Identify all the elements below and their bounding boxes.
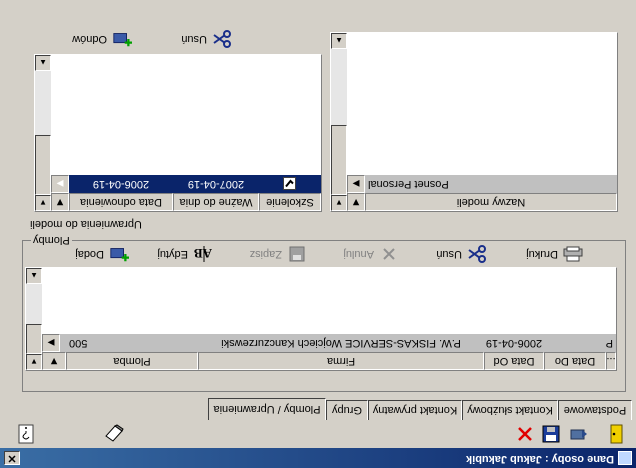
plomby-scrollbar[interactable]: ▼ ▲ <box>26 268 42 370</box>
modele-scrollbar[interactable]: ▼ ▲ <box>331 33 347 211</box>
printer-icon <box>563 245 583 263</box>
plomby-header-more[interactable]: ... <box>606 352 616 370</box>
row-indicator-icon: ▶ <box>42 334 60 352</box>
toolbar <box>0 420 636 448</box>
scissors-icon <box>212 30 232 48</box>
odnow-button[interactable]: Odnów <box>72 28 132 50</box>
uprawnienia-group-label: Uprawnienia do modeli <box>30 218 142 230</box>
tab-grupy[interactable]: Grupy <box>326 400 368 420</box>
exit-door-icon[interactable] <box>604 422 628 446</box>
plomby-group-label: Plomby <box>31 234 72 246</box>
tab-podstawowe[interactable]: Podstawowe <box>558 400 632 420</box>
drukuj-label: Drukuj <box>526 248 558 260</box>
table-row[interactable]: P 2006-04-19 P.W. FISKAS-SERVICE Wojciec… <box>42 334 616 352</box>
plomby-cell-plomba: 500 <box>69 337 88 349</box>
usun-plomba-button[interactable]: Usuń <box>436 243 487 265</box>
dodaj-label: Dodaj <box>75 248 104 260</box>
row-indicator-icon: ▶ <box>51 175 69 193</box>
tab-strip: Podstawowe Kontakt służbowy Kontakt pryw… <box>4 396 632 420</box>
row-indicator-icon: ▶ <box>347 175 365 193</box>
modele-header-nazwy[interactable]: Nazwy modeli <box>365 193 617 211</box>
plomby-cell-firma: P.W. FISKAS-SERVICE Wojciech Kanczurzews… <box>221 337 461 349</box>
save-disk-icon[interactable] <box>539 422 563 446</box>
anuluj-button[interactable]: Anuluj <box>343 243 399 265</box>
uprawnienia-header-szkolenie[interactable]: Szkolenie <box>259 193 321 211</box>
uprawnienia-group: Uprawnienia do modeli Nazwy modeli ▼ Pos… <box>22 10 626 230</box>
plomby-group: Plomby ... Data Do Data Od Firma Plomba … <box>22 234 626 392</box>
scroll-down-icon[interactable]: ▼ <box>35 195 51 211</box>
plomby-header-firma[interactable]: Firma <box>198 352 484 370</box>
eraser-icon[interactable] <box>102 422 126 446</box>
scroll-down-icon[interactable]: ▼ <box>26 354 42 370</box>
renew-record-icon <box>112 30 132 48</box>
plomby-header-indicator: ▼ <box>42 352 66 370</box>
window-app-icon <box>618 451 632 465</box>
close-button[interactable]: ✕ <box>4 451 20 465</box>
uprawnienia-grid[interactable]: Szkolenie Ważne do dnia Data odnowienia … <box>34 54 322 212</box>
drukuj-button[interactable]: Drukuj <box>526 243 583 265</box>
dodaj-button[interactable]: Dodaj <box>75 243 129 265</box>
plomby-header-data-do[interactable]: Data Do <box>544 352 606 370</box>
scroll-thumb[interactable] <box>35 135 51 195</box>
anuluj-label: Anuluj <box>343 248 374 260</box>
edytuj-button[interactable]: AB Edytuj <box>157 243 213 265</box>
usun-plomba-label: Usuń <box>436 248 462 260</box>
delete-x-icon[interactable] <box>513 422 537 446</box>
edit-ab-icon: AB <box>193 245 213 263</box>
edytuj-label: Edytuj <box>157 248 188 260</box>
plomby-cell-extra: P <box>606 337 613 349</box>
table-row[interactable]: 2007-04-19 2006-04-19 ▶ <box>51 175 321 193</box>
scroll-up-icon[interactable]: ▲ <box>331 33 347 49</box>
add-record-icon <box>109 245 129 263</box>
plomby-header-plomba[interactable]: Plomba <box>66 352 198 370</box>
tab-kontakt-sluzbowy[interactable]: Kontakt służbowy <box>462 400 558 420</box>
scroll-up-icon[interactable]: ▲ <box>26 268 42 284</box>
window-title: Dane osoby : Jakub Jakubik <box>466 453 614 465</box>
plomby-cell-data-od: 2006-04-19 <box>485 337 543 349</box>
help-icon[interactable] <box>14 422 38 446</box>
checkbox-checked-icon <box>283 177 297 191</box>
odnow-label: Odnów <box>72 33 107 45</box>
scroll-up-icon[interactable]: ▲ <box>35 55 51 71</box>
scroll-down-icon[interactable]: ▼ <box>331 195 347 211</box>
modele-grid[interactable]: Nazwy modeli ▼ Posnet Personal ▶ ▼ ▲ <box>330 32 618 212</box>
tab-kontakt-prywatny[interactable]: Kontakt prywatny <box>368 400 462 420</box>
modele-header: Nazwy modeli ▼ <box>347 193 617 211</box>
plomby-cell-data-do <box>544 334 606 352</box>
uprawnienia-header-indicator: ▼ <box>51 193 69 211</box>
svg-text:AB: AB <box>194 246 212 261</box>
zapisz-label: Zapisz <box>249 248 282 260</box>
title-bar[interactable]: Dane osoby : Jakub Jakubik ✕ <box>0 448 636 468</box>
plomby-header: ... Data Do Data Od Firma Plomba ▼ <box>42 352 616 370</box>
usun-uprawnienie-label: Usuń <box>181 33 207 45</box>
uprawnienia-cell-wazne: 2007-04-19 <box>187 178 245 190</box>
modele-header-indicator: ▼ <box>347 193 365 211</box>
uprawnienia-header-data-odnowienia[interactable]: Data odnowienia <box>69 193 173 211</box>
uprawnienia-header-wazne[interactable]: Ważne do dnia <box>173 193 259 211</box>
usun-uprawnienie-button[interactable]: Usuń <box>181 28 232 50</box>
scissors-icon <box>467 245 487 263</box>
uprawnienia-cell-data-odnowienia: 2006-04-19 <box>92 178 150 190</box>
scroll-thumb[interactable] <box>331 125 347 195</box>
save-icon <box>287 245 307 263</box>
list-item[interactable]: Posnet Personal ▶ <box>347 175 617 193</box>
plomby-grid[interactable]: ... Data Do Data Od Firma Plomba ▼ P 200… <box>25 267 617 371</box>
plomby-header-data-od[interactable]: Data Od <box>484 352 544 370</box>
uprawnienia-scrollbar[interactable]: ▼ ▲ <box>35 55 51 211</box>
tab-page: Plomby ... Data Do Data Od Firma Plomba … <box>4 4 632 398</box>
window: Dane osoby : Jakub Jakubik ✕ Podstawowe … <box>0 0 636 468</box>
scroll-thumb[interactable] <box>26 324 42 354</box>
zapisz-button[interactable]: Zapisz <box>250 243 307 265</box>
cancel-icon <box>379 245 399 263</box>
prev-record-icon[interactable] <box>566 422 590 446</box>
modele-cell-nazwa: Posnet Personal <box>368 178 449 190</box>
szkolenie-checkbox[interactable] <box>259 175 321 193</box>
tab-plomby-uprawnienia[interactable]: Plomby / Uprawnienia <box>208 398 326 420</box>
uprawnienia-header: Szkolenie Ważne do dnia Data odnowienia … <box>51 193 321 211</box>
